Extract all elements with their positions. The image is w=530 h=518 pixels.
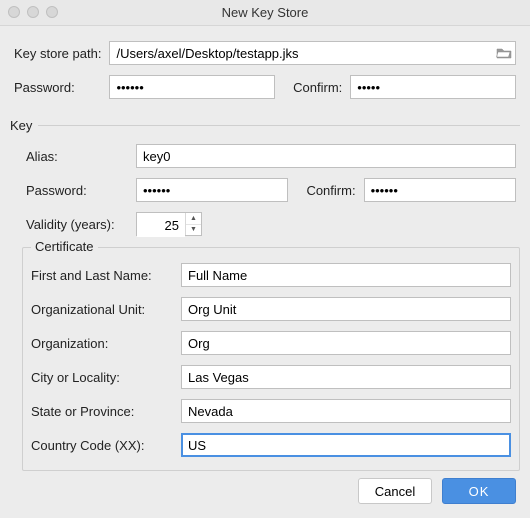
ks-password-label: Password: bbox=[10, 70, 105, 104]
key-password-label: Password: bbox=[22, 173, 132, 207]
validity-input[interactable] bbox=[137, 213, 185, 237]
alias-input[interactable] bbox=[136, 144, 516, 168]
first-last-label: First and Last Name: bbox=[31, 268, 181, 283]
minimize-icon[interactable] bbox=[27, 6, 39, 18]
validity-label: Validity (years): bbox=[22, 207, 132, 241]
cancel-button[interactable]: Cancel bbox=[358, 478, 432, 504]
key-password-input[interactable] bbox=[136, 178, 288, 202]
key-confirm-input[interactable] bbox=[364, 178, 516, 202]
validity-stepper[interactable]: ▲ ▼ bbox=[136, 212, 202, 236]
org-label: Organization: bbox=[31, 336, 181, 351]
org-input[interactable] bbox=[181, 331, 511, 355]
country-label: Country Code (XX): bbox=[31, 438, 181, 453]
ks-confirm-input[interactable] bbox=[350, 75, 516, 99]
folder-open-icon[interactable] bbox=[496, 46, 512, 60]
state-input[interactable] bbox=[181, 399, 511, 423]
org-unit-input[interactable] bbox=[181, 297, 511, 321]
window-controls bbox=[8, 6, 58, 18]
alias-label: Alias: bbox=[22, 139, 132, 173]
country-input[interactable] bbox=[181, 433, 511, 457]
certificate-legend: Certificate bbox=[31, 239, 98, 254]
window-title: New Key Store bbox=[0, 5, 530, 20]
key-confirm-label: Confirm: bbox=[292, 173, 359, 207]
keystore-path-input[interactable] bbox=[109, 41, 516, 65]
stepper-up-icon[interactable]: ▲ bbox=[186, 213, 201, 225]
org-unit-label: Organizational Unit: bbox=[31, 302, 181, 317]
ok-button[interactable]: OK bbox=[442, 478, 516, 504]
ks-confirm-label: Confirm: bbox=[279, 70, 346, 104]
keystore-path-label: Key store path: bbox=[10, 36, 105, 70]
stepper-down-icon[interactable]: ▼ bbox=[186, 225, 201, 236]
city-input[interactable] bbox=[181, 365, 511, 389]
first-last-input[interactable] bbox=[181, 263, 511, 287]
close-icon[interactable] bbox=[8, 6, 20, 18]
key-section-label: Key bbox=[10, 118, 520, 133]
state-label: State or Province: bbox=[31, 404, 181, 419]
ks-password-input[interactable] bbox=[109, 75, 275, 99]
titlebar: New Key Store bbox=[0, 0, 530, 26]
maximize-icon[interactable] bbox=[46, 6, 58, 18]
certificate-fieldset: Certificate First and Last Name: Organiz… bbox=[22, 247, 520, 471]
city-label: City or Locality: bbox=[31, 370, 181, 385]
